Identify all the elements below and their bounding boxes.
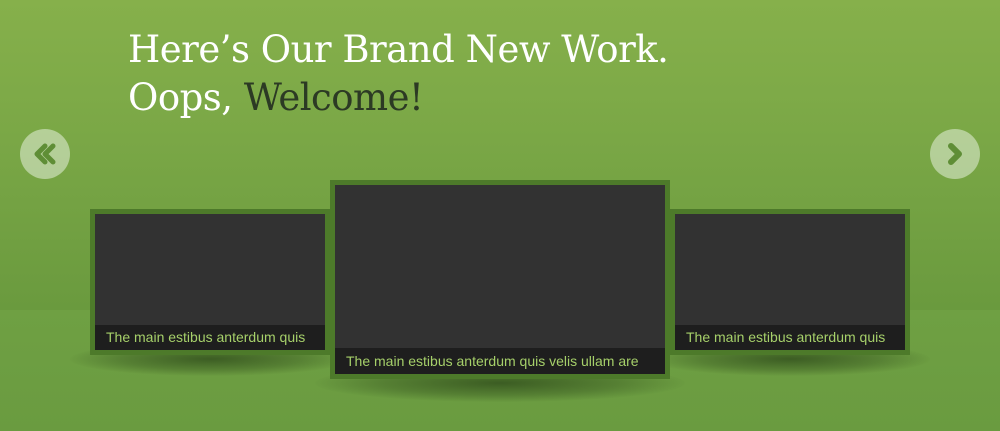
headline-highlight: Welcome! (243, 76, 424, 119)
headline-line-1: Here’s Our Brand New Work. (128, 28, 669, 71)
prev-slide-button[interactable] (20, 129, 70, 179)
next-slide-button[interactable] (930, 129, 980, 179)
chevron-right-icon (948, 143, 962, 165)
slide-image (335, 185, 665, 374)
slide-caption: The main estibus anterdum quis velis ull… (335, 348, 665, 374)
chevron-double-left-icon (34, 143, 56, 165)
headline-line-2: Oops, Welcome! (128, 74, 668, 122)
slide-center[interactable]: The main estibus anterdum quis velis ull… (330, 180, 670, 379)
hero-headline: Here’s Our Brand New Work. Oops, Welcome… (128, 26, 669, 122)
slide-right[interactable]: The main estibus anterdum quis (670, 209, 910, 355)
slide-caption: The main estibus anterdum quis (675, 325, 905, 350)
slide-caption: The main estibus anterdum quis (95, 325, 325, 350)
slide-left[interactable]: The main estibus anterdum quis (90, 209, 330, 355)
headline-prefix: Oops, (128, 76, 244, 119)
